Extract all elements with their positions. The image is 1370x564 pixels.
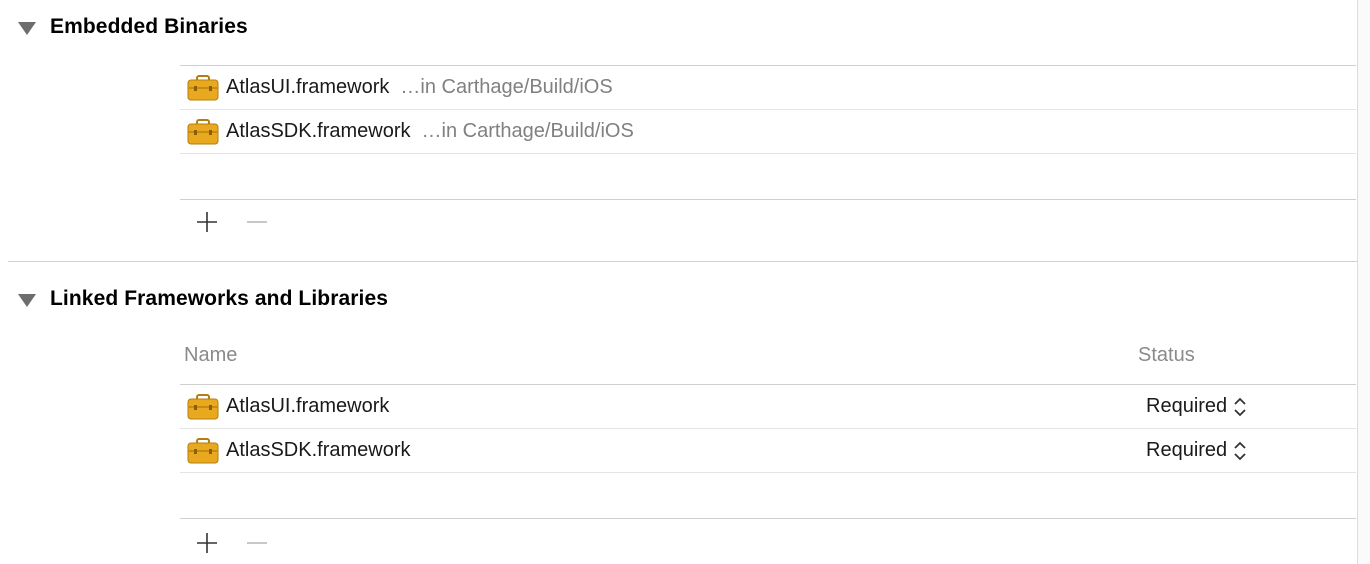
embedded-binaries-toolbar: [180, 200, 280, 244]
add-button[interactable]: [194, 530, 220, 556]
status-popup[interactable]: Required: [1146, 385, 1247, 428]
list-item[interactable]: AtlasSDK.framework …in Carthage/Build/iO…: [180, 110, 1356, 154]
framework-name: AtlasUI.framework: [226, 395, 390, 417]
vertical-scrollbar[interactable]: [1357, 0, 1370, 564]
list-item[interactable]: AtlasUI.framework …in Carthage/Build/iOS: [180, 66, 1356, 110]
remove-button[interactable]: [244, 209, 270, 235]
framework-name: AtlasSDK.framework: [226, 120, 411, 142]
disclosure-triangle-icon[interactable]: [18, 21, 36, 35]
minus-icon: [247, 221, 267, 223]
framework-name: AtlasUI.framework: [226, 76, 390, 98]
framework-location: …in Carthage/Build/iOS: [400, 76, 613, 98]
framework-name: AtlasSDK.framework: [226, 439, 411, 461]
plus-icon: [197, 533, 217, 553]
linked-frameworks-toolbar: [180, 521, 280, 564]
up-down-chevron-icon: [1234, 441, 1246, 460]
add-button[interactable]: [194, 209, 220, 235]
column-header-name[interactable]: Name: [184, 344, 237, 367]
linked-frameworks-list: AtlasUI.framework Required AtlasSDK.fram…: [180, 384, 1356, 519]
table-header: Name Status: [180, 336, 1356, 376]
frameworks-settings-pane: Embedded Binaries AtlasUI.framework …in …: [0, 0, 1370, 564]
status-popup[interactable]: Required: [1146, 429, 1247, 472]
disclosure-triangle-icon[interactable]: [18, 293, 36, 307]
embedded-binaries-list: AtlasUI.framework …in Carthage/Build/iOS…: [180, 65, 1356, 200]
linked-frameworks-section: Linked Frameworks and Libraries Name Sta…: [0, 262, 1356, 564]
framework-toolbox-icon: [187, 393, 219, 419]
remove-button[interactable]: [244, 530, 270, 556]
linked-frameworks-header[interactable]: Linked Frameworks and Libraries: [18, 286, 388, 312]
up-down-chevron-icon: [1234, 397, 1246, 416]
table-row[interactable]: AtlasSDK.framework Required: [180, 429, 1356, 473]
framework-location: …in Carthage/Build/iOS: [421, 120, 634, 142]
plus-icon: [197, 212, 217, 232]
minus-icon: [247, 542, 267, 544]
framework-toolbox-icon: [187, 437, 219, 463]
embedded-binaries-section: Embedded Binaries AtlasUI.framework …in …: [0, 0, 1356, 262]
section-title: Linked Frameworks and Libraries: [50, 287, 389, 310]
status-value: Required: [1146, 439, 1228, 461]
section-title: Embedded Binaries: [50, 15, 248, 38]
table-row[interactable]: AtlasUI.framework Required: [180, 385, 1356, 429]
embedded-binaries-header[interactable]: Embedded Binaries: [18, 14, 248, 40]
column-header-status[interactable]: Status: [1138, 344, 1195, 367]
framework-toolbox-icon: [187, 118, 219, 144]
framework-toolbox-icon: [187, 74, 219, 100]
status-value: Required: [1146, 395, 1228, 417]
